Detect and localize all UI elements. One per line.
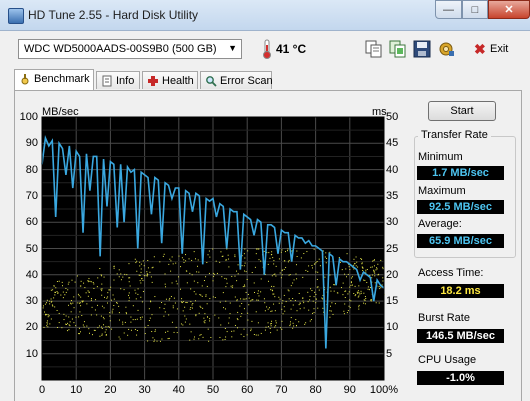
minimize-button[interactable]: — — [435, 0, 462, 19]
temperature-readout: 41 °C — [276, 42, 307, 56]
y-tick-left: 30 — [25, 295, 38, 308]
y-tick-right: 25 — [386, 242, 399, 255]
start-button[interactable]: Start — [428, 101, 496, 121]
y-tick-left: 60 — [25, 216, 38, 229]
x-tick: 80 — [309, 384, 322, 396]
y-tick-right: 40 — [386, 163, 399, 176]
chevron-down-icon: ▼ — [228, 43, 237, 53]
y-tick-left: 20 — [25, 321, 38, 334]
minimum-value: 1.7 MB/sec — [417, 166, 504, 180]
tab-info[interactable]: Info — [96, 71, 140, 89]
x-tick: 20 — [104, 384, 117, 396]
y-tick-left: 70 — [25, 189, 38, 202]
benchmark-icon — [21, 74, 29, 85]
y-tick-right: 30 — [386, 216, 399, 229]
tab-health-label: Health — [162, 75, 194, 87]
tab-health[interactable]: Health — [142, 71, 198, 89]
y-tick-right: 45 — [386, 137, 399, 150]
tab-error-scan[interactable]: Error Scan — [200, 71, 273, 89]
window-title: HD Tune 2.55 - Hard Disk Utility — [28, 8, 199, 22]
thermometer-icon — [263, 39, 271, 59]
burst-rate-value: 146.5 MB/sec — [417, 329, 504, 343]
x-tick: 90 — [343, 384, 356, 396]
average-value: 65.9 MB/sec — [417, 234, 504, 248]
save-icon[interactable] — [412, 39, 432, 59]
exit-button[interactable]: ✖ Exit — [472, 39, 516, 59]
cpu-usage-label: CPU Usage — [418, 354, 477, 366]
tab-error-scan-label: Error Scan — [220, 75, 273, 87]
burst-rate-label: Burst Rate — [418, 312, 470, 324]
x-tick: 40 — [172, 384, 185, 396]
y-tick-left: 40 — [25, 268, 38, 281]
drive-select[interactable]: WDC WD5000AADS-00S9B0 (500 GB) ▼ — [18, 39, 242, 59]
health-cross-icon — [148, 76, 158, 86]
exit-icon: ✖ — [474, 41, 486, 57]
maximize-button[interactable]: □ — [462, 0, 488, 19]
x-tick: 30 — [138, 384, 151, 396]
info-icon — [102, 75, 112, 87]
cpu-usage-value: -1.0% — [417, 371, 504, 385]
drive-select-value: WDC WD5000AADS-00S9B0 (500 GB) — [24, 43, 217, 55]
options-icon[interactable] — [436, 39, 456, 59]
toolbar: WDC WD5000AADS-00S9B0 (500 GB) ▼ 41 °C ✖… — [0, 31, 530, 67]
maximum-label: Maximum — [418, 185, 466, 197]
y-tick-left: 80 — [25, 163, 38, 176]
copy-info-icon[interactable] — [364, 39, 384, 59]
close-button[interactable]: ✕ — [488, 0, 530, 19]
x-tick: 100% — [369, 384, 399, 396]
y-tick-left: 10 — [25, 347, 38, 360]
x-tick: 60 — [241, 384, 254, 396]
y-tick-left: 50 — [25, 242, 38, 255]
y-tick-right: 20 — [386, 268, 399, 281]
transfer-rate-title: Transfer Rate — [418, 129, 491, 141]
left-axis-unit: MB/sec — [42, 106, 79, 118]
x-tick: 50 — [206, 384, 220, 396]
maximum-value: 92.5 MB/sec — [417, 200, 504, 214]
right-axis-unit: ms — [372, 106, 387, 118]
y-tick-left: 90 — [25, 137, 38, 150]
x-tick: 0 — [38, 384, 46, 396]
x-tick: 70 — [275, 384, 288, 396]
tab-benchmark-label: Benchmark — [34, 73, 90, 85]
y-tick-right: 35 — [386, 189, 399, 202]
average-label: Average: — [418, 218, 462, 230]
y-tick-right: 15 — [386, 295, 399, 308]
access-time-value: 18.2 ms — [417, 284, 504, 298]
title-bar: HD Tune 2.55 - Hard Disk Utility — □ ✕ — [0, 0, 530, 31]
access-time-label: Access Time: — [418, 267, 484, 279]
tab-info-label: Info — [116, 75, 135, 87]
magnifier-icon — [206, 76, 217, 87]
copy-screenshot-icon[interactable] — [388, 39, 408, 59]
exit-label: Exit — [490, 43, 509, 55]
tab-benchmark[interactable]: Benchmark — [14, 69, 94, 90]
y-tick-right: 50 — [386, 111, 399, 123]
y-tick-left: 100 — [19, 111, 38, 123]
app-icon — [8, 8, 24, 24]
y-tick-right: 10 — [386, 321, 399, 334]
x-tick: 10 — [70, 384, 83, 396]
minimum-label: Minimum — [418, 151, 463, 163]
y-tick-right: 5 — [386, 347, 393, 360]
